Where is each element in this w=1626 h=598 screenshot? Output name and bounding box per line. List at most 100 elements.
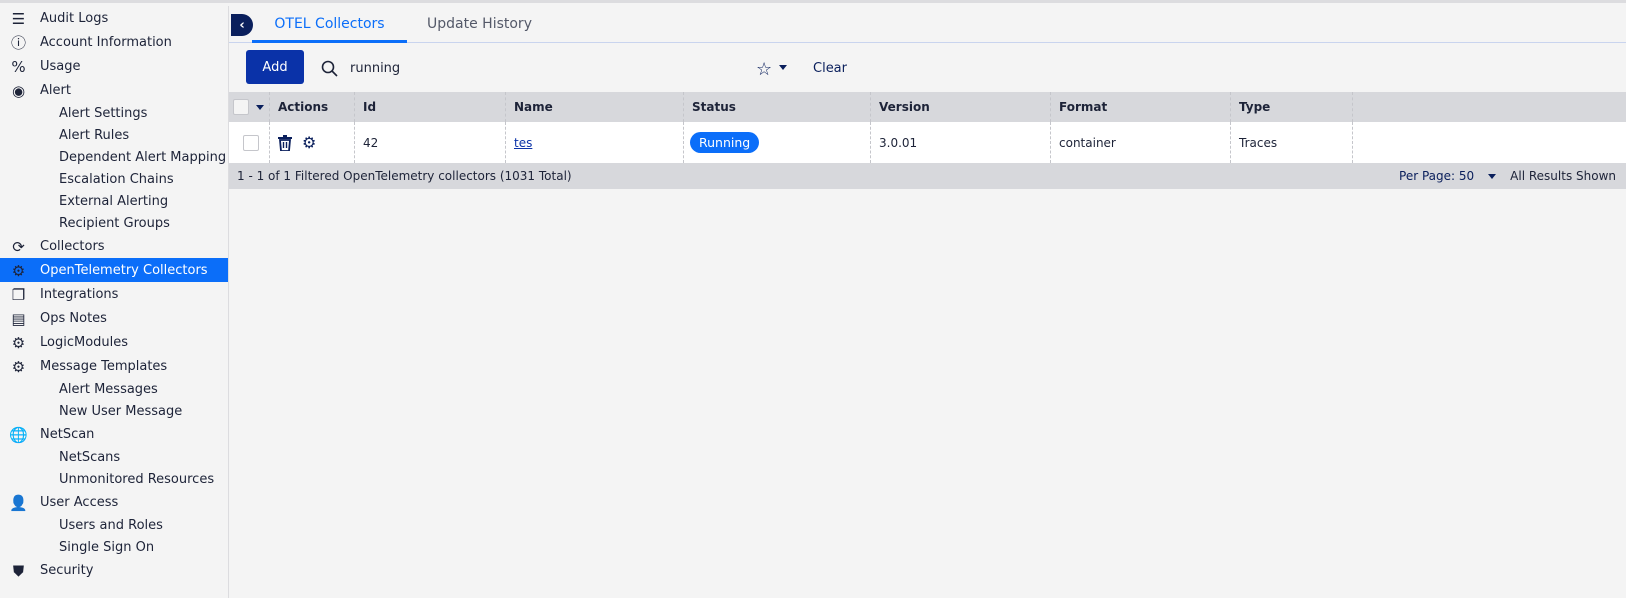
sidebar-item-label: NetScan <box>40 426 95 442</box>
row-select-cell <box>229 122 270 163</box>
sidebar-item-label: Security <box>40 562 94 578</box>
search-icon <box>321 60 338 77</box>
sidebar-item-label: Alert Messages <box>59 381 158 397</box>
globe-search-icon: 🌐 <box>9 425 28 444</box>
header-filler <box>1353 92 1626 122</box>
gear-icon: ⚙ <box>11 357 26 376</box>
sidebar-item-alert-messages[interactable]: Alert Messages <box>0 378 228 400</box>
sidebar-item-account-information[interactable]: ⓘ Account Information <box>0 30 228 54</box>
sidebar-item-label: Account Information <box>40 34 172 50</box>
usage-percent-icon: % <box>11 57 26 76</box>
sidebar-item-alert-settings[interactable]: Alert Settings <box>0 102 228 124</box>
per-page-caret-icon[interactable] <box>1488 173 1497 179</box>
row-checkbox[interactable] <box>243 134 259 151</box>
sidebar-item-label: User Access <box>40 494 119 510</box>
header-type[interactable]: Type <box>1231 92 1353 122</box>
status-badge: Running <box>690 132 760 153</box>
tab-update-history[interactable]: Update History <box>407 6 552 43</box>
settings-gear-icon[interactable]: ⚙ <box>302 133 316 152</box>
sidebar-item-escalation-chains[interactable]: Escalation Chains <box>0 168 228 190</box>
header-format[interactable]: Format <box>1051 92 1231 122</box>
results-summary: 1 - 1 of 1 Filtered OpenTelemetry collec… <box>237 169 572 183</box>
sidebar-item-message-templates[interactable]: ⚙ Message Templates <box>0 354 228 378</box>
sidebar-item-label: Integrations <box>40 286 119 302</box>
row-actions: ⚙ <box>270 122 355 163</box>
clear-button[interactable]: Clear <box>813 61 847 76</box>
select-all-checkbox[interactable] <box>233 99 249 115</box>
gear-icon: ⚙ <box>11 333 26 352</box>
cell-version: 3.0.01 <box>871 122 1051 163</box>
sidebar-item-users-and-roles[interactable]: Users and Roles <box>0 514 228 536</box>
sidebar-item-label: Dependent Alert Mapping <box>59 149 227 165</box>
sidebar-item-opentelemetry-collectors[interactable]: ⚙ OpenTelemetry Collectors <box>0 258 228 282</box>
sidebar-item-label: New User Message <box>59 403 183 419</box>
sidebar-item-label: Single Sign On <box>59 539 155 555</box>
header-name[interactable]: Name <box>506 92 684 122</box>
cell-id: 42 <box>355 122 506 163</box>
sidebar-item-single-sign-on[interactable]: Single Sign On <box>0 536 228 558</box>
sidebar-item-label: Ops Notes <box>40 310 107 326</box>
sidebar-item-ops-notes[interactable]: ▤ Ops Notes <box>0 306 228 330</box>
delete-trash-icon[interactable] <box>278 134 292 151</box>
sidebar-item-external-alerting[interactable]: External Alerting <box>0 190 228 212</box>
sidebar-item-label: OpenTelemetry Collectors <box>40 262 208 278</box>
cell-type: Traces <box>1231 122 1353 163</box>
collectors-table: Actions Id Name Status Version Format Ty… <box>229 92 1626 189</box>
sidebar: ☰ Audit Logs ⓘ Account Information % Usage ◉ Al… <box>0 6 229 598</box>
gear-icon: ⚙ <box>11 261 26 280</box>
sidebar-item-collectors[interactable]: ⟳ Collectors <box>0 234 228 258</box>
sidebar-item-security[interactable]: ⛊ Security <box>0 558 228 582</box>
integrations-icon: ❐ <box>11 285 26 304</box>
sidebar-item-label: Alert Settings <box>59 105 148 121</box>
sidebar-item-dependent-alert-mapping[interactable]: Dependent Alert Mapping <box>0 146 228 168</box>
sidebar-item-label: Alert <box>40 82 71 98</box>
sidebar-item-alert-rules[interactable]: Alert Rules <box>0 124 228 146</box>
collapse-sidebar-button[interactable]: ‹ <box>231 14 253 36</box>
sidebar-item-new-user-message[interactable]: New User Message <box>0 400 228 422</box>
sidebar-item-label: LogicModules <box>40 334 129 350</box>
sidebar-item-label: Unmonitored Resources <box>59 471 215 487</box>
notes-icon: ▤ <box>11 309 26 328</box>
sidebar-item-unmonitored-resources[interactable]: Unmonitored Resources <box>0 468 228 490</box>
table-header: Actions Id Name Status Version Format Ty… <box>229 92 1626 122</box>
results-shown-label: All Results Shown <box>1510 169 1616 183</box>
sidebar-item-label: Message Templates <box>40 358 168 374</box>
per-page-select[interactable]: Per Page: 50 <box>1399 169 1474 183</box>
sidebar-item-usage[interactable]: % Usage <box>0 54 228 78</box>
collector-name-link[interactable]: tes <box>514 136 532 150</box>
sidebar-item-user-access[interactable]: 👤 User Access <box>0 490 228 514</box>
add-button[interactable]: Add <box>246 50 304 84</box>
cell-name: tes <box>506 122 684 163</box>
info-circle-icon: ⓘ <box>10 34 26 52</box>
table-row: ⚙ 42 tes Running 3.0.01 container Traces <box>229 122 1626 163</box>
search-input[interactable] <box>350 61 550 76</box>
sidebar-item-netscan[interactable]: 🌐 NetScan <box>0 422 228 446</box>
header-id[interactable]: Id <box>355 92 506 122</box>
alert-icon: ◉ <box>11 81 26 100</box>
sidebar-item-netscans[interactable]: NetScans <box>0 446 228 468</box>
cell-status: Running <box>684 122 871 163</box>
sidebar-item-label: Collectors <box>40 238 105 254</box>
sidebar-item-alert[interactable]: ◉ Alert <box>0 78 228 102</box>
sidebar-item-label: Users and Roles <box>59 517 163 533</box>
sidebar-item-audit-logs[interactable]: ☰ Audit Logs <box>0 6 228 30</box>
cell-format: container <box>1051 122 1231 163</box>
user-lock-icon: 👤 <box>9 493 28 512</box>
favorites-dropdown-caret-icon[interactable] <box>779 65 787 70</box>
tab-bar: ‹ OTEL Collectors Update History <box>229 6 1626 43</box>
sidebar-item-label: External Alerting <box>59 193 169 209</box>
header-version[interactable]: Version <box>871 92 1051 122</box>
select-all-cell <box>229 92 270 122</box>
sidebar-item-label: Escalation Chains <box>59 171 174 187</box>
sidebar-item-recipient-groups[interactable]: Recipient Groups <box>0 212 228 234</box>
sidebar-item-logicmodules[interactable]: ⚙ LogicModules <box>0 330 228 354</box>
sidebar-item-integrations[interactable]: ❐ Integrations <box>0 282 228 306</box>
star-favorites-icon[interactable]: ☆ <box>756 59 772 80</box>
header-status[interactable]: Status <box>684 92 871 122</box>
tab-otel-collectors[interactable]: OTEL Collectors <box>252 6 407 43</box>
collector-icon: ⟳ <box>12 237 25 256</box>
select-caret-icon[interactable] <box>256 104 264 110</box>
shield-icon: ⛊ <box>12 561 25 580</box>
sidebar-item-label: NetScans <box>59 449 121 465</box>
main-content: ‹ OTEL Collectors Update History Add ☆ C… <box>229 6 1626 595</box>
